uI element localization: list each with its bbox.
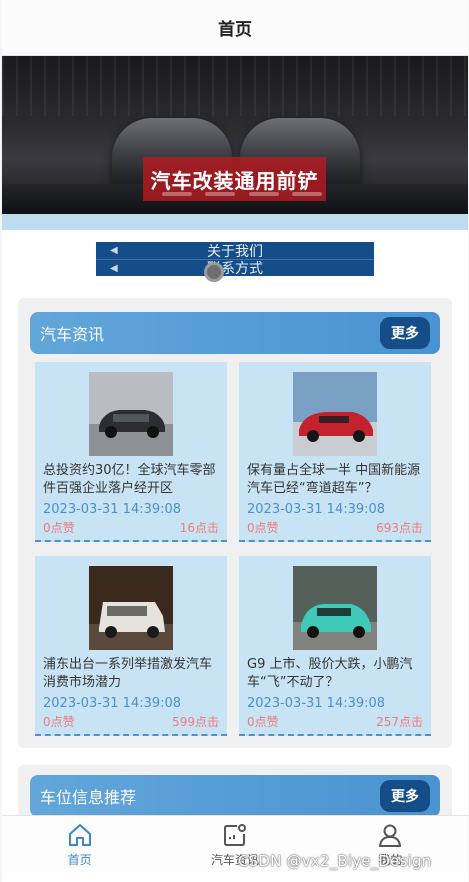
news-likes: 0点赞	[247, 715, 279, 729]
home-icon	[68, 824, 91, 846]
banner-headline: 汽车改装通用前铲	[150, 168, 319, 193]
teal-suv-photo	[293, 566, 377, 650]
speaker-icon: ◀	[110, 262, 118, 274]
banner-background	[2, 56, 468, 116]
news-clicks: 257点击	[376, 715, 423, 729]
menu-item-about[interactable]: ◀ 关于我们	[96, 242, 374, 260]
news-likes: 0点赞	[247, 521, 279, 535]
banner-bottom-strip	[2, 214, 468, 230]
news-stats: 0点赞 599点击	[43, 713, 219, 730]
white-suv-photo	[89, 566, 173, 650]
parking-more-button[interactable]: 更多	[380, 780, 430, 812]
news-card[interactable]: 保有量占全球一半 中国新能源汽车已经“弯道超车”？ 2023-03-31 14:…	[239, 362, 431, 542]
watermark: CSDN @vx2_Biye_Design	[238, 852, 432, 870]
news-title: 保有量占全球一半 中国新能源汽车已经“弯道超车”？	[247, 463, 421, 496]
menu-item-contact[interactable]: ◀ 联系方式	[96, 259, 374, 276]
info-icon: ◀	[110, 245, 118, 256]
news-clicks: 599点击	[172, 715, 219, 729]
news-clicks: 693点击	[376, 521, 423, 535]
news-card[interactable]: 浦东出台一系列举措激发汽车消费市场潜力 2023-03-31 14:39:08 …	[35, 556, 227, 736]
floating-scroll-handle[interactable]	[204, 262, 224, 282]
news-grid: 总投资约30亿！全球汽车零部件百强企业落户经开区 2023-03-31 14:3…	[35, 362, 440, 736]
tab-home[interactable]: 首页	[2, 816, 157, 873]
news-section: 汽车资讯 更多 总投资约30亿！全球汽车零部件百强企业落户经开区 2023-03…	[18, 298, 452, 748]
news-more-button[interactable]: 更多	[380, 317, 430, 349]
news-time: 2023-03-31 14:39:08	[43, 696, 182, 711]
news-title: 浦东出台一系列举措激发汽车消费市场潜力	[43, 657, 213, 690]
news-time: 2023-03-31 14:39:08	[247, 696, 386, 711]
news-icon	[223, 824, 246, 846]
dark-sports-car-photo	[89, 372, 173, 456]
banner-carousel[interactable]: 汽车改装通用前铲	[2, 56, 468, 214]
red-concept-car-photo	[293, 372, 377, 456]
news-card[interactable]: G9 上市、股价大跌，小鹏汽车“飞”不动了？ 2023-03-31 14:39:…	[239, 556, 431, 736]
news-stats: 0点赞 693点击	[247, 519, 423, 536]
parking-section-header: 车位信息推荐 更多	[30, 775, 440, 817]
news-time: 2023-03-31 14:39:08	[247, 502, 386, 517]
quick-menu: ◀ 关于我们 ◀ 联系方式	[96, 242, 374, 276]
news-likes: 0点赞	[43, 715, 75, 729]
banner-subtext	[162, 192, 322, 196]
section-title: 汽车资讯	[40, 325, 105, 344]
tab-label: 首页	[67, 853, 92, 867]
top-header: 首页	[2, 0, 468, 56]
news-section-header: 汽车资讯 更多	[30, 312, 440, 354]
news-stats: 0点赞 257点击	[247, 713, 423, 730]
section-title: 车位信息推荐	[40, 788, 137, 807]
page-title: 首页	[218, 20, 252, 40]
news-clicks: 16点击	[179, 521, 219, 535]
news-card[interactable]: 总投资约30亿！全球汽车零部件百强企业落户经开区 2023-03-31 14:3…	[35, 362, 227, 542]
news-stats: 0点赞 16点击	[43, 519, 219, 536]
news-title: G9 上市、股价大跌，小鹏汽车“飞”不动了？	[247, 657, 413, 690]
news-title: 总投资约30亿！全球汽车零部件百强企业落户经开区	[43, 463, 216, 496]
news-likes: 0点赞	[43, 521, 75, 535]
news-time: 2023-03-31 14:39:08	[43, 502, 182, 517]
user-icon	[379, 824, 402, 847]
app-page: 首页 汽车改装通用前铲 ◀ 关于我们 ◀ 联系方式 汽车资讯 更多 总投资约30…	[2, 0, 468, 882]
